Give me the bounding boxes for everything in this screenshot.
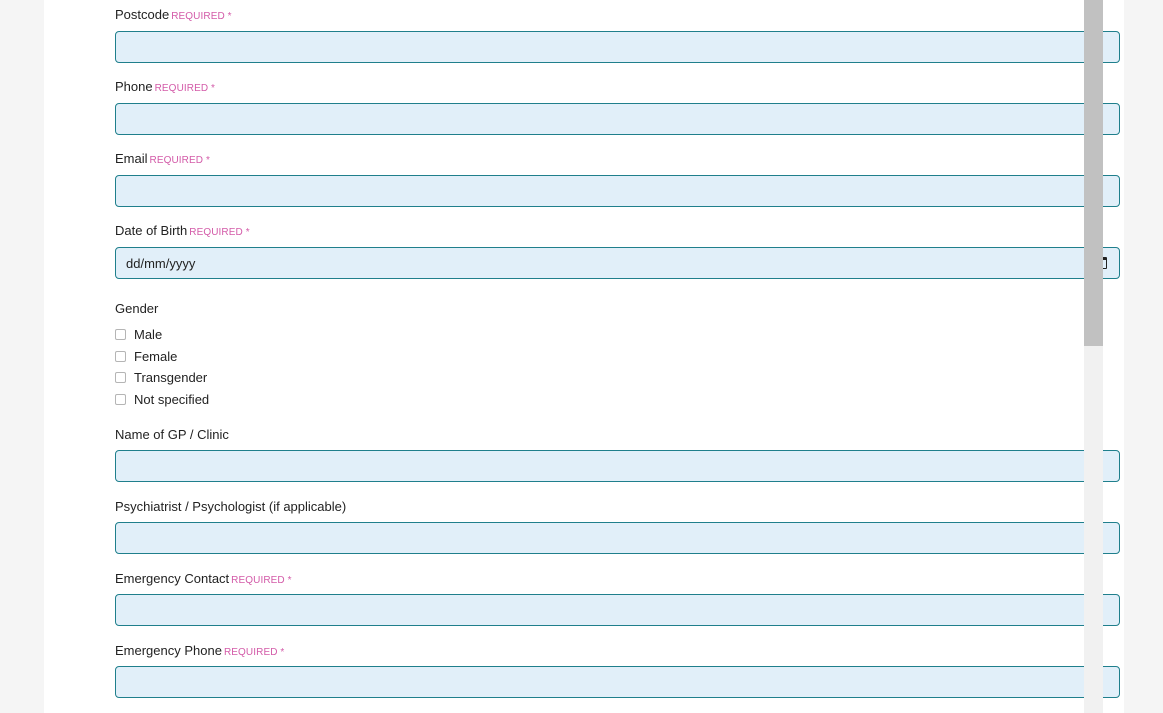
- email-label: Email REQUIRED *: [115, 151, 210, 166]
- phone-label: Phone REQUIRED *: [115, 79, 216, 94]
- psychiatrist-label: Psychiatrist / Psychologist (if applicab…: [115, 499, 347, 514]
- male-checkbox[interactable]: [115, 328, 126, 340]
- emergency-contact-field: Emergency Contact REQUIRED *: [115, 571, 1120, 626]
- gender-option-male[interactable]: Male: [115, 325, 162, 343]
- emergency-contact-label: Emergency Contact REQUIRED *: [115, 571, 292, 586]
- transgender-label: Transgender: [134, 369, 208, 385]
- dob-placeholder: dd/mm/yyyy: [126, 256, 196, 271]
- emergency-contact-input[interactable]: [115, 594, 1120, 626]
- postcode-label: Postcode REQUIRED *: [115, 7, 232, 22]
- emergency-phone-field: Emergency Phone REQUIRED *: [115, 643, 1120, 698]
- gender-label: Gender: [115, 301, 159, 316]
- dob-field: Date of Birth REQUIRED * dd/mm/yyyy: [115, 223, 1120, 279]
- gender-field: Gender: [115, 301, 1120, 317]
- psychiatrist-input[interactable]: [115, 522, 1120, 554]
- male-label: Male: [134, 326, 163, 342]
- required-marker: REQUIRED *: [149, 155, 210, 166]
- dob-label: Date of Birth REQUIRED *: [115, 223, 250, 238]
- gender-option-transgender[interactable]: Transgender: [115, 368, 207, 386]
- gp-label: Name of GP / Clinic: [115, 427, 229, 442]
- emergency-phone-input[interactable]: [115, 666, 1120, 698]
- dob-input[interactable]: dd/mm/yyyy: [115, 247, 1120, 279]
- required-marker: REQUIRED *: [231, 575, 292, 586]
- scrollbar-thumb[interactable]: [1084, 0, 1103, 346]
- female-label: Female: [134, 348, 178, 364]
- postcode-field: Postcode REQUIRED *: [115, 7, 1120, 63]
- emergency-phone-label: Emergency Phone REQUIRED *: [115, 643, 285, 658]
- gp-input[interactable]: [115, 450, 1120, 482]
- not-specified-checkbox[interactable]: [115, 393, 126, 405]
- transgender-checkbox[interactable]: [115, 371, 126, 383]
- required-marker: REQUIRED *: [189, 227, 250, 238]
- email-field: Email REQUIRED *: [115, 151, 1120, 207]
- gender-option-not-specified[interactable]: Not specified: [115, 390, 209, 408]
- phone-input[interactable]: [115, 103, 1120, 135]
- form-card: Postcode REQUIRED * Phone REQUIRED * Email…: [44, 0, 1124, 713]
- gp-field: Name of GP / Clinic: [115, 427, 1120, 482]
- required-marker: REQUIRED *: [171, 11, 232, 22]
- required-marker: REQUIRED *: [223, 647, 285, 658]
- gender-option-female[interactable]: Female: [115, 347, 177, 365]
- phone-field: Phone REQUIRED *: [115, 79, 1120, 135]
- required-marker: REQUIRED *: [154, 83, 216, 94]
- not-specified-label: Not specified: [134, 391, 210, 407]
- female-checkbox[interactable]: [115, 350, 126, 362]
- postcode-input[interactable]: [115, 31, 1120, 63]
- psychiatrist-field: Psychiatrist / Psychologist (if applicab…: [115, 499, 1120, 554]
- email-input[interactable]: [115, 175, 1120, 207]
